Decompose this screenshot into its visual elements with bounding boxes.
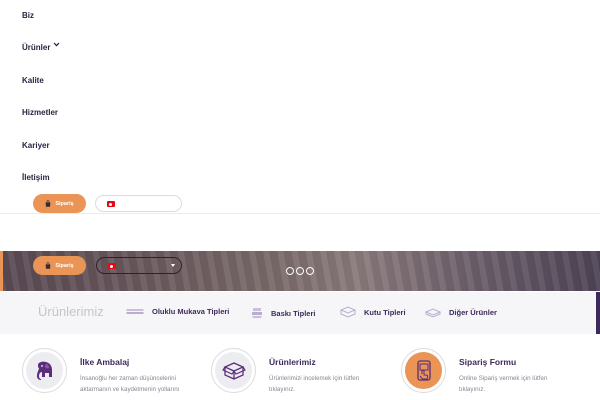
menu-item-kariyer[interactable]: Kariyer (22, 139, 60, 171)
feature-text: İnsanoğlu her zaman düşüncelerini aktarm… (80, 375, 180, 393)
products-title: Ürünlerimiz (38, 304, 104, 319)
order-button-label: Sipariş (55, 200, 74, 207)
turkey-flag-icon (108, 263, 116, 269)
feature-card-ilke[interactable]: İlke Ambalaj İnsanoğlu her zaman düşünce… (22, 348, 185, 395)
turkey-flag-icon (107, 201, 115, 207)
menu-divider (0, 213, 600, 214)
category-oluklu[interactable]: Oluklu Mukava Tipleri (126, 307, 229, 316)
products-bar: Ürünlerimiz Oluklu Mukava Tipleri Baskı … (0, 292, 600, 334)
category-label: Baskı Tipleri (271, 308, 316, 318)
menu-item-hizmetler[interactable]: Hizmetler (22, 106, 60, 138)
category-diger[interactable]: Diğer Ürünler (425, 307, 497, 318)
feature-card-urunler[interactable]: Ürünlerimiz Ürünlerimizi incelemek için … (211, 348, 374, 395)
other-products-icon (425, 308, 441, 318)
chevron-down-icon (54, 43, 60, 47)
feature-icon-wrap (22, 348, 67, 393)
elephant-icon (36, 361, 52, 380)
shopping-bag-icon (45, 200, 51, 207)
feature-card-siparis[interactable]: Sipariş Formu Online Sipariş vermek için… (401, 348, 564, 395)
category-label: Kutu Tipleri (364, 307, 406, 317)
category-label: Oluklu Mukava Tipleri (152, 307, 230, 316)
menu-list: Biz Ürünler Kalite Hizmetler Kariyer İle… (22, 9, 60, 203)
feature-icon-wrap (211, 348, 256, 393)
menu-item-kalite[interactable]: Kalite (22, 74, 60, 106)
feature-icon-wrap (401, 348, 446, 393)
box-type-icon (340, 306, 356, 318)
corrugated-sheet-icon (126, 308, 144, 314)
feature-text: Ürünlerimizi incelemek için lütfen tıkla… (269, 375, 360, 393)
hero-order-button[interactable]: Sipariş (33, 256, 86, 275)
caret-down-icon (171, 264, 175, 267)
category-label: Diğer Ürünler (449, 308, 497, 317)
order-button-label: Sipariş (55, 262, 74, 269)
hero-language-select[interactable] (96, 257, 182, 274)
open-box-icon (221, 361, 246, 380)
feature-text: Online Sipariş vermek için lütfen tıklay… (459, 375, 548, 393)
category-kutu[interactable]: Kutu Tipleri (340, 306, 406, 318)
order-button[interactable]: Sipariş (33, 194, 86, 213)
language-select[interactable] (95, 195, 182, 212)
shopping-bag-icon (45, 262, 51, 269)
menu-item-label: Kariyer (22, 140, 50, 150)
menu-item-label: Biz (22, 11, 34, 20)
menu-item-label: İletişim (22, 172, 50, 182)
hero-slider: Sipariş (0, 251, 600, 291)
hero-accent-bar (0, 251, 3, 291)
menu-item-label: Hizmetler (22, 108, 59, 118)
menu-actions: Sipariş (33, 194, 182, 213)
right-edge-accent (596, 292, 600, 334)
menu-item-biz[interactable]: Biz (22, 9, 60, 41)
slider-dot[interactable] (296, 267, 304, 275)
slider-dot[interactable] (286, 267, 294, 275)
menu-item-label: Ürünler (22, 43, 51, 53)
print-stack-icon (252, 308, 262, 318)
mobile-menu: Biz Ürünler Kalite Hizmetler Kariyer İle… (0, 0, 600, 214)
mobile-order-icon (416, 359, 431, 381)
menu-item-label: Kalite (22, 75, 44, 85)
slider-dot[interactable] (306, 267, 314, 275)
category-baski[interactable]: Baskı Tipleri (251, 307, 315, 319)
feature-title: Sipariş Formu (459, 357, 517, 367)
feature-title: İlke Ambalaj (80, 357, 130, 367)
feature-title: Ürünlerimiz (269, 357, 316, 367)
menu-item-urunler[interactable]: Ürünler (22, 41, 60, 73)
slider-dots (286, 267, 314, 275)
